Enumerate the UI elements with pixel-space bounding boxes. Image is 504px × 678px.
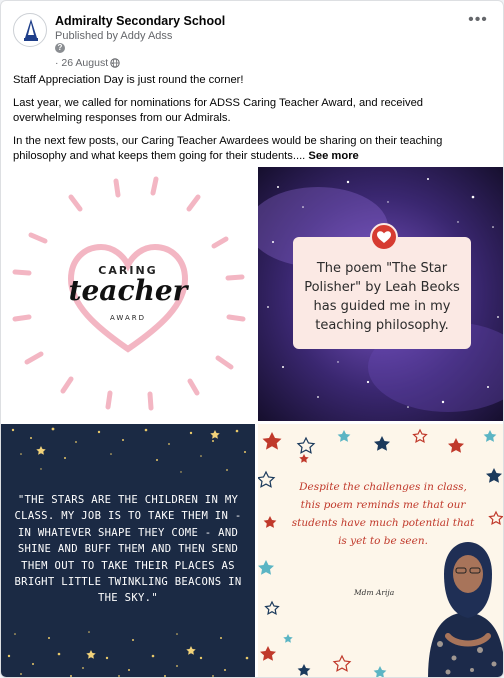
award-teacher-text: teacher xyxy=(68,274,188,307)
heart-icon xyxy=(370,223,398,251)
page-name-link[interactable]: Admiralty Secondary School xyxy=(55,14,225,28)
poem-text: The poem "The Star Polisher" by Leah Beo… xyxy=(304,261,460,333)
poem-card: The poem "The Star Polisher" by Leah Beo… xyxy=(293,237,471,349)
globe-icon xyxy=(110,58,120,68)
quote-text: "THE STARS ARE THE CHILDREN IN MY CLASS.… xyxy=(14,494,242,605)
reflection-text: Despite the challenges in class, this po… xyxy=(291,481,475,547)
post-paragraph: Staff Appreciation Day is just round the… xyxy=(13,74,244,86)
post-header: Admiralty Secondary School Published by … xyxy=(13,11,493,69)
award-award-text: AWARD xyxy=(110,314,146,322)
see-more-link[interactable]: See more xyxy=(308,150,358,162)
teacher-reflection-image[interactable]: Despite the challenges in class, this po… xyxy=(258,424,503,677)
published-by: Published by Addy Adss xyxy=(55,30,173,42)
photo-grid: CARING teacher AWARD The poem "The Star … xyxy=(1,167,503,677)
post-meta: ? · 26 August · xyxy=(55,43,175,69)
stars-quote-image[interactable]: "THE STARS ARE THE CHILDREN IN MY CLASS.… xyxy=(1,424,255,677)
post-paragraph: Last year, we called for nominations for… xyxy=(13,97,424,124)
help-icon[interactable]: ? xyxy=(55,43,65,53)
star-polisher-image[interactable]: The poem "The Star Polisher" by Leah Beo… xyxy=(258,167,503,421)
teacher-photo xyxy=(428,542,503,677)
post-date[interactable]: · 26 August · xyxy=(55,57,115,69)
teacher-signature: Mdm Arija xyxy=(354,588,395,597)
caring-teacher-award-image[interactable]: CARING teacher AWARD xyxy=(1,167,255,421)
more-options-icon[interactable]: ••• xyxy=(465,12,491,33)
patterned-stars-border xyxy=(258,428,503,677)
school-crest-icon[interactable] xyxy=(13,13,47,47)
facebook-post: Admiralty Secondary School Published by … xyxy=(0,0,504,678)
post-paragraph: In the next few posts, our Caring Teache… xyxy=(13,134,495,164)
post-body: Staff Appreciation Day is just round the… xyxy=(13,73,495,172)
post-paragraph-text: In the next few posts, our Caring Teache… xyxy=(13,135,443,162)
